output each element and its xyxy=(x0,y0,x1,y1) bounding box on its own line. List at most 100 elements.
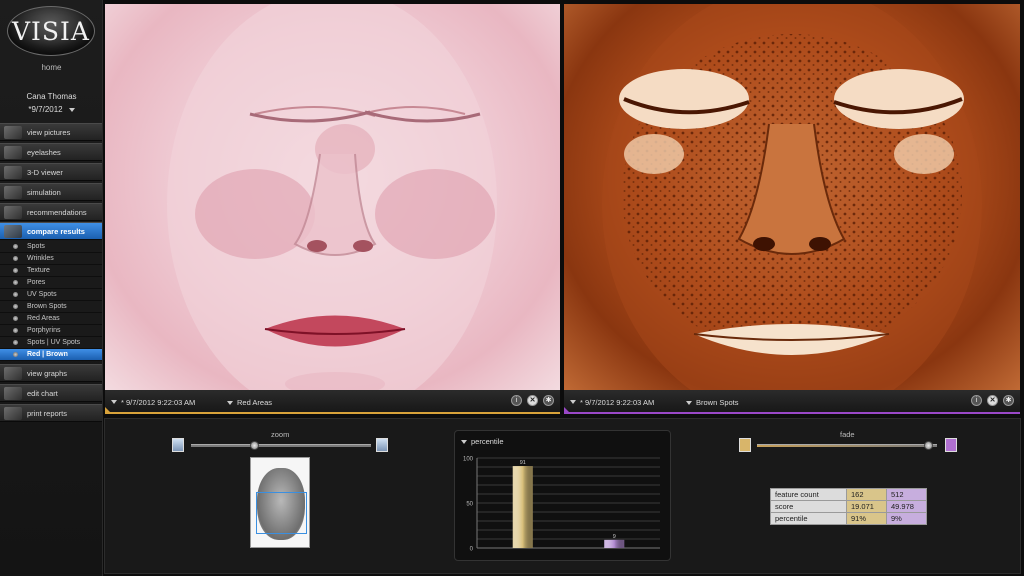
zoom-slider[interactable] xyxy=(191,444,371,447)
visit-date: *9/7/2012 xyxy=(28,105,63,114)
left-view-label: Red Areas xyxy=(237,397,273,407)
right-image-date[interactable]: * 9/7/2012 9:22:03 AM xyxy=(580,398,654,407)
y-tick-label: 50 xyxy=(466,502,473,508)
left-view-dropdown[interactable]: Red Areas xyxy=(227,398,272,407)
sub-item-wrinkles[interactable]: Wrinkles xyxy=(0,253,102,265)
fade-slider-knob[interactable] xyxy=(924,441,933,450)
chevron-down-icon xyxy=(227,400,233,405)
edit-chart-icon xyxy=(4,387,22,400)
close-icon[interactable]: ✕ xyxy=(987,395,998,406)
face-illustration xyxy=(167,4,497,390)
nav-compare-results[interactable]: compare results xyxy=(0,222,102,240)
face-thumbnail-navigator[interactable] xyxy=(250,457,310,548)
red-areas-face-image[interactable] xyxy=(105,4,560,390)
nav-edit-chart[interactable]: edit chart xyxy=(0,384,102,402)
settings-icon[interactable]: ✱ xyxy=(543,395,554,406)
compare-icon xyxy=(4,225,22,238)
y-tick-label: 100 xyxy=(463,457,474,463)
sub-item-label: Texture xyxy=(27,267,50,274)
bullet-icon xyxy=(13,328,18,333)
close-icon[interactable]: ✕ xyxy=(527,395,538,406)
nav-recommendations[interactable]: recommendations xyxy=(0,203,102,221)
visit-date-dropdown[interactable]: *9/7/2012 xyxy=(0,105,103,114)
right-view-dropdown[interactable]: Brown Spots xyxy=(686,398,739,407)
right-accent-line xyxy=(564,412,1020,414)
fade-slider[interactable] xyxy=(757,444,937,447)
chevron-down-icon[interactable] xyxy=(570,400,576,404)
sub-item-brown-spots[interactable]: Brown Spots xyxy=(0,301,102,313)
fade-left-swatch[interactable] xyxy=(739,438,751,452)
bullet-icon xyxy=(13,304,18,309)
home-link[interactable]: home xyxy=(0,63,103,72)
nav-simulation[interactable]: simulation xyxy=(0,183,102,201)
chevron-down-icon[interactable] xyxy=(111,400,117,404)
red-areas-value: 91% xyxy=(846,512,887,525)
sub-item-label: Wrinkles xyxy=(27,255,54,262)
fade-right-swatch[interactable] xyxy=(945,438,957,452)
bar-shading xyxy=(512,466,533,548)
graphs-icon xyxy=(4,367,22,380)
nav-label: simulation xyxy=(27,187,61,197)
metric-label: feature count xyxy=(770,488,847,501)
brown-spots-value: 9% xyxy=(886,512,927,525)
pictures-icon xyxy=(4,126,22,139)
sub-item-label: Porphyrins xyxy=(27,327,61,334)
nav-view-graphs[interactable]: view graphs xyxy=(0,364,102,382)
nav-3d-viewer[interactable]: 3-D viewer xyxy=(0,163,102,181)
nav-label: edit chart xyxy=(27,388,58,398)
sub-item-pores[interactable]: Pores xyxy=(0,277,102,289)
bullet-icon xyxy=(13,268,18,273)
red-areas-value: 162 xyxy=(846,488,887,501)
visia-logo[interactable]: VISIA xyxy=(7,6,95,56)
logo-text: VISIA xyxy=(12,17,90,46)
settings-icon[interactable]: ✱ xyxy=(1003,395,1014,406)
nav-label: view pictures xyxy=(27,127,71,137)
right-view-label: Brown Spots xyxy=(696,397,739,407)
right-accent-corner xyxy=(564,407,571,414)
zoom-label: zoom xyxy=(271,430,290,439)
sub-item-spots[interactable]: Spots xyxy=(0,241,102,253)
sub-item-label: Red Areas xyxy=(27,315,60,322)
right-image-controls: i ✕ ✱ xyxy=(971,395,1014,406)
percentile-chart: percentile 0 50 100 91 9 xyxy=(454,430,671,561)
info-icon[interactable]: i xyxy=(971,395,982,406)
brown-spots-value: 49.978 xyxy=(886,500,927,513)
sub-item-label: Brown Spots xyxy=(27,303,67,310)
nav-view-pictures[interactable]: view pictures xyxy=(0,123,102,141)
client-name: Cana Thomas xyxy=(26,92,77,101)
bottom-panel: zoom percentile 0 50 100 91 9 fade feature c… xyxy=(104,418,1021,574)
nav-eyelashes[interactable]: eyelashes xyxy=(0,143,102,161)
metric-label: score xyxy=(770,500,847,513)
right-image-pane: * 9/7/2012 9:22:03 AM Brown Spots i ✕ ✱ xyxy=(564,4,1020,414)
left-image-date[interactable]: * 9/7/2012 9:22:03 AM xyxy=(121,398,195,407)
nav-label: 3-D viewer xyxy=(27,167,63,177)
percentile-bar-chart: 0 50 100 91 9 xyxy=(463,457,660,553)
sub-item-label: Pores xyxy=(27,279,46,286)
sub-item-red-areas[interactable]: Red Areas xyxy=(0,313,102,325)
nav-label: view graphs xyxy=(27,368,68,378)
sub-item-texture[interactable]: Texture xyxy=(0,265,102,277)
nav-print-reports[interactable]: print reports xyxy=(0,404,102,422)
zoom-out-icon[interactable] xyxy=(172,438,184,452)
bar-shading xyxy=(604,539,625,548)
bullet-icon xyxy=(13,292,18,297)
nav-label: eyelashes xyxy=(27,147,61,157)
sub-item-porphyrins[interactable]: Porphyrins xyxy=(0,325,102,337)
left-image-pane: * 9/7/2012 9:22:03 AM Red Areas i ✕ ✱ xyxy=(105,4,560,414)
bullet-icon xyxy=(13,280,18,285)
sub-item-spots-uv-spots[interactable]: Spots | UV Spots xyxy=(0,337,102,349)
chevron-down-icon xyxy=(686,400,692,405)
brown-spots-face-image[interactable] xyxy=(564,4,1020,390)
3d-viewer-icon xyxy=(4,166,22,179)
nav-label: recommendations xyxy=(27,207,87,217)
zoom-in-icon[interactable] xyxy=(376,438,388,452)
info-icon[interactable]: i xyxy=(511,395,522,406)
zoom-viewport-frame[interactable] xyxy=(256,492,307,534)
bullet-icon xyxy=(13,316,18,321)
sub-item-uv-spots[interactable]: UV Spots xyxy=(0,289,102,301)
nav-label: print reports xyxy=(27,408,68,418)
zoom-slider-knob[interactable] xyxy=(250,441,259,450)
sub-item-red-brown[interactable]: Red | Brown xyxy=(0,349,102,361)
left-accent-line xyxy=(105,412,560,414)
face-illustration xyxy=(602,4,982,390)
